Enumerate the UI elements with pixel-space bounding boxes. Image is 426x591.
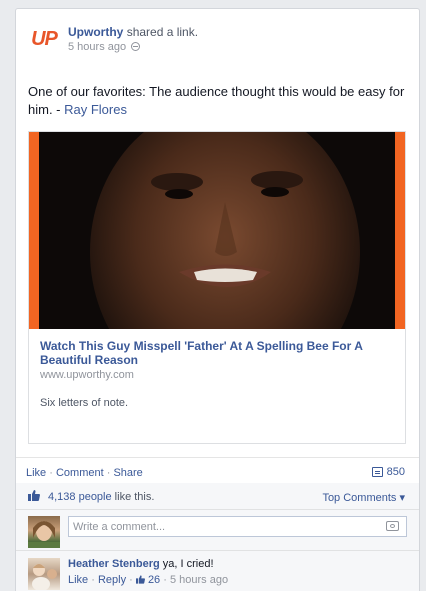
commenter-photo-icon: [32, 564, 57, 590]
camera-icon[interactable]: [386, 521, 399, 531]
share-link[interactable]: Share: [113, 467, 142, 479]
comment-like-count-value: 26: [147, 574, 161, 586]
thumbs-up-icon: [28, 490, 40, 501]
page-name-link[interactable]: Upworthy: [68, 25, 123, 39]
comment-order-dropdown[interactable]: Top Comments ▾: [322, 491, 405, 504]
story-timestamp[interactable]: 5 hours ago: [68, 41, 126, 53]
viewer-photo-icon: [28, 521, 60, 548]
likers-link[interactable]: 4,138 people: [48, 491, 112, 503]
share-count: 850: [386, 466, 405, 478]
feedback-section: 4,138 people like this. Top Comments ▾ W…: [16, 483, 419, 591]
globe-icon[interactable]: [131, 42, 141, 51]
action-links: Like · Comment · Share: [26, 467, 143, 479]
attachment-thumbnail[interactable]: [29, 132, 405, 329]
thumbs-up-icon: [135, 575, 145, 584]
commenter-avatar[interactable]: [28, 558, 60, 590]
story-message: One of our favorites: The audience thoug…: [28, 83, 408, 119]
comment-reply-link[interactable]: Reply: [98, 574, 126, 586]
comment-body: Heather Stenberg ya, I cried!: [68, 558, 214, 570]
share-count-button[interactable]: 850: [371, 466, 405, 478]
viewer-avatar: [28, 516, 60, 548]
link-attachment[interactable]: Watch This Guy Misspell 'Father' At A Sp…: [28, 131, 406, 444]
likes-summary: 4,138 people like this. Top Comments ▾: [16, 483, 419, 510]
comment-actions: Like · Reply · 26 · 5 hours ago: [68, 574, 229, 586]
comment-author-link[interactable]: Heather Stenberg: [68, 558, 160, 570]
likes-text: 4,138 people like this.: [48, 491, 154, 503]
attachment-title-link[interactable]: Watch This Guy Misspell 'Father' At A Sp…: [40, 339, 390, 367]
comment-link[interactable]: Comment: [56, 467, 104, 479]
story-action-text: shared a link.: [126, 25, 199, 39]
like-link[interactable]: Like: [26, 467, 46, 479]
attachment-domain: www.upworthy.com: [40, 369, 134, 381]
action-separator: ·: [46, 467, 56, 479]
comment-like-count[interactable]: 26: [135, 574, 161, 586]
comment-input-wrapper: [68, 516, 407, 537]
comment-timestamp[interactable]: 5 hours ago: [170, 574, 228, 586]
comment-text: ya, I cried!: [162, 558, 214, 570]
story-meta: 5 hours ago: [68, 41, 141, 53]
comment-input[interactable]: [69, 517, 377, 536]
attachment-description: Six letters of note.: [40, 397, 129, 409]
comment-composer: [16, 511, 419, 551]
story-actor-line: Upworthy shared a link.: [68, 25, 198, 39]
face-image-icon: [39, 132, 395, 329]
story-actions-bar: Like · Comment · Share 850: [16, 457, 419, 483]
comment-item: Heather Stenberg ya, I cried! Like · Rep…: [16, 554, 419, 591]
feed-story: UP Upworthy shared a link. 5 hours ago O…: [15, 8, 420, 591]
action-separator: ·: [103, 467, 114, 479]
page-avatar[interactable]: UP: [28, 23, 60, 55]
comment-like-link[interactable]: Like: [68, 574, 88, 586]
share-count-icon: [371, 467, 383, 477]
mention-link[interactable]: Ray Flores: [64, 102, 127, 117]
likes-suffix: like this.: [111, 491, 155, 503]
